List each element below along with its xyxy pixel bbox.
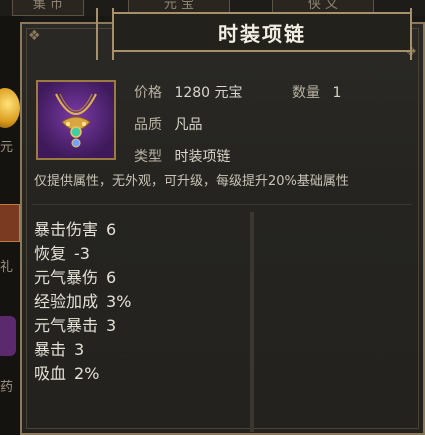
item-icon-frame bbox=[36, 80, 116, 160]
price-value: 1280 元宝 bbox=[174, 85, 243, 101]
stat-name: 元气暴伤 bbox=[34, 268, 99, 287]
stat-row: 暴击 3 bbox=[34, 338, 244, 362]
quality-row: 品质 凡品 bbox=[134, 114, 202, 134]
stat-value: 3% bbox=[106, 292, 132, 311]
background-left-column: 元 礼 药 bbox=[0, 16, 22, 435]
type-value: 时装项链 bbox=[174, 149, 231, 165]
quantity-label: 数量 bbox=[292, 85, 320, 101]
type-row: 类型 时装项链 bbox=[134, 146, 230, 166]
stats-list: 暴击伤害 6 恢复 -3 元气暴伤 6 经验加成 3% 元气暴击 3 暴击 3 吸血 2% bbox=[34, 218, 244, 386]
price-row: 价格 1280 元宝 bbox=[134, 82, 243, 102]
stat-value: 3 bbox=[74, 340, 85, 359]
stat-row: 暴击伤害 6 bbox=[34, 218, 244, 242]
item-detail-dialog: ❖ ❖ 时装项链 价格 1280 元宝 数量 1 品质 凡品 类型 时装项链 仅… bbox=[20, 8, 425, 435]
title-banner: 时装项链 bbox=[96, 8, 425, 60]
price-label: 价格 bbox=[134, 85, 162, 101]
stat-value: 6 bbox=[106, 268, 117, 287]
stat-value: 2% bbox=[74, 364, 100, 383]
stat-row: 经验加成 3% bbox=[34, 290, 244, 314]
quantity-row: 数量 1 bbox=[292, 82, 341, 102]
stat-value: 6 bbox=[106, 220, 117, 239]
type-label: 类型 bbox=[134, 149, 162, 165]
corner-ornament-icon: ❖ bbox=[28, 28, 41, 44]
dialog-title: 时装项链 bbox=[218, 21, 306, 46]
stat-name: 吸血 bbox=[34, 364, 67, 383]
item-description: 仅提供属性，无外观，可升级，每级提升20%基础属性 bbox=[34, 174, 349, 189]
stat-row: 元气暴伤 6 bbox=[34, 266, 244, 290]
stat-row: 吸血 2% bbox=[34, 362, 244, 386]
stat-value: -3 bbox=[74, 244, 90, 263]
quality-value: 凡品 bbox=[174, 117, 203, 133]
left-label-yao: 药 bbox=[0, 380, 14, 395]
potion-icon bbox=[0, 316, 16, 356]
stat-value: 3 bbox=[106, 316, 117, 335]
coin-icon bbox=[0, 88, 20, 128]
quality-label: 品质 bbox=[134, 117, 162, 133]
quantity-value: 1 bbox=[332, 85, 342, 101]
stat-name: 暴击伤害 bbox=[34, 220, 99, 239]
stat-name: 暴击 bbox=[34, 340, 67, 359]
stat-name: 恢复 bbox=[34, 244, 67, 263]
divider bbox=[32, 204, 412, 205]
tab-coins[interactable]: 集 币 bbox=[12, 0, 84, 16]
stat-name: 元气暴击 bbox=[34, 316, 99, 335]
stat-row: 恢复 -3 bbox=[34, 242, 244, 266]
left-label-yuan: 元 bbox=[0, 140, 14, 155]
gift-box-icon bbox=[0, 204, 20, 242]
column-divider bbox=[250, 212, 254, 432]
stat-row: 元气暴击 3 bbox=[34, 314, 244, 338]
left-label-li: 礼 bbox=[0, 260, 14, 275]
stat-name: 经验加成 bbox=[34, 292, 99, 311]
necklace-icon bbox=[55, 93, 97, 148]
